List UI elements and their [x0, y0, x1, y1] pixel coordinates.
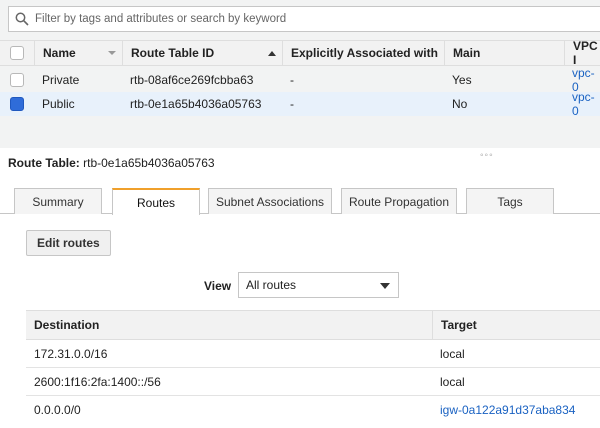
column-header-main[interactable]: Main [444, 41, 564, 65]
row-main: Yes [452, 73, 472, 87]
row-checkbox[interactable] [10, 73, 24, 87]
routes-table-header: Destination Target [26, 310, 600, 340]
route-row: 172.31.0.0/16 local [26, 340, 600, 368]
column-header-destination: Destination [34, 318, 100, 332]
route-target: local [440, 346, 465, 361]
chevron-down-icon [380, 283, 390, 289]
view-select-value: All routes [246, 278, 297, 292]
row-checkbox[interactable] [10, 97, 24, 111]
row-route-table-id: rtb-08af6ce269fcbba63 [130, 73, 254, 87]
sort-icon[interactable] [108, 51, 116, 55]
column-header-vpc[interactable]: VPC I [564, 39, 600, 67]
detail-tabs: Summary Routes Subnet Associations Route… [0, 188, 600, 215]
route-destination: 2600:1f16:2fa:1400::/56 [34, 374, 161, 389]
row-route-table-id: rtb-0e1a65b4036a05763 [130, 97, 262, 111]
route-destination: 172.31.0.0/16 [34, 346, 108, 361]
route-row: 2600:1f16:2fa:1400::/56 local [26, 368, 600, 396]
search-input[interactable]: Filter by tags and attributes or search … [35, 13, 286, 25]
sort-asc-icon[interactable] [268, 51, 276, 56]
detail-title: Route Table: rtb-0e1a65b4036a05763 [8, 156, 215, 170]
view-select[interactable]: All routes [238, 272, 399, 298]
edit-routes-button[interactable]: Edit routes [26, 230, 111, 256]
row-explicit: - [290, 73, 294, 87]
row-vpc-link[interactable]: vpc-0 [564, 66, 600, 94]
resize-handle-icon[interactable]: ◦◦◦ [480, 150, 494, 161]
table-row[interactable]: Private rtb-08af6ce269fcbba63 - Yes vpc-… [0, 66, 600, 94]
select-all-cell[interactable] [0, 41, 34, 65]
route-target-link[interactable]: igw-0a122a91d37aba834 [432, 396, 575, 424]
search-icon [9, 6, 35, 32]
view-label: View [204, 279, 232, 293]
route-table-grid-header: Name Route Table ID Explicitly Associate… [0, 39, 600, 67]
column-header-route-table-id[interactable]: Route Table ID [122, 41, 282, 65]
search-bar[interactable]: Filter by tags and attributes or search … [8, 6, 600, 32]
row-explicit: - [290, 97, 294, 111]
tab-route-propagation[interactable]: Route Propagation [341, 188, 457, 214]
row-name: Public [42, 97, 75, 111]
select-all-checkbox[interactable] [10, 46, 24, 60]
column-header-explicit[interactable]: Explicitly Associated with [282, 41, 444, 65]
tab-tags[interactable]: Tags [466, 188, 554, 214]
route-row: 0.0.0.0/0 igw-0a122a91d37aba834 [26, 396, 600, 424]
tab-routes[interactable]: Routes [112, 188, 200, 215]
route-target: local [440, 374, 465, 389]
tab-summary[interactable]: Summary [14, 188, 102, 214]
row-main: No [452, 97, 468, 111]
table-row-selected[interactable]: Public rtb-0e1a65b4036a05763 - No vpc-0 [0, 90, 600, 118]
column-header-name[interactable]: Name [34, 41, 122, 65]
route-destination: 0.0.0.0/0 [34, 403, 81, 417]
row-vpc-link[interactable]: vpc-0 [564, 90, 600, 118]
row-name: Private [42, 73, 80, 87]
route-table-id: rtb-0e1a65b4036a05763 [83, 156, 215, 170]
column-header-target: Target [432, 311, 600, 339]
tab-subnet-associations[interactable]: Subnet Associations [208, 188, 332, 214]
